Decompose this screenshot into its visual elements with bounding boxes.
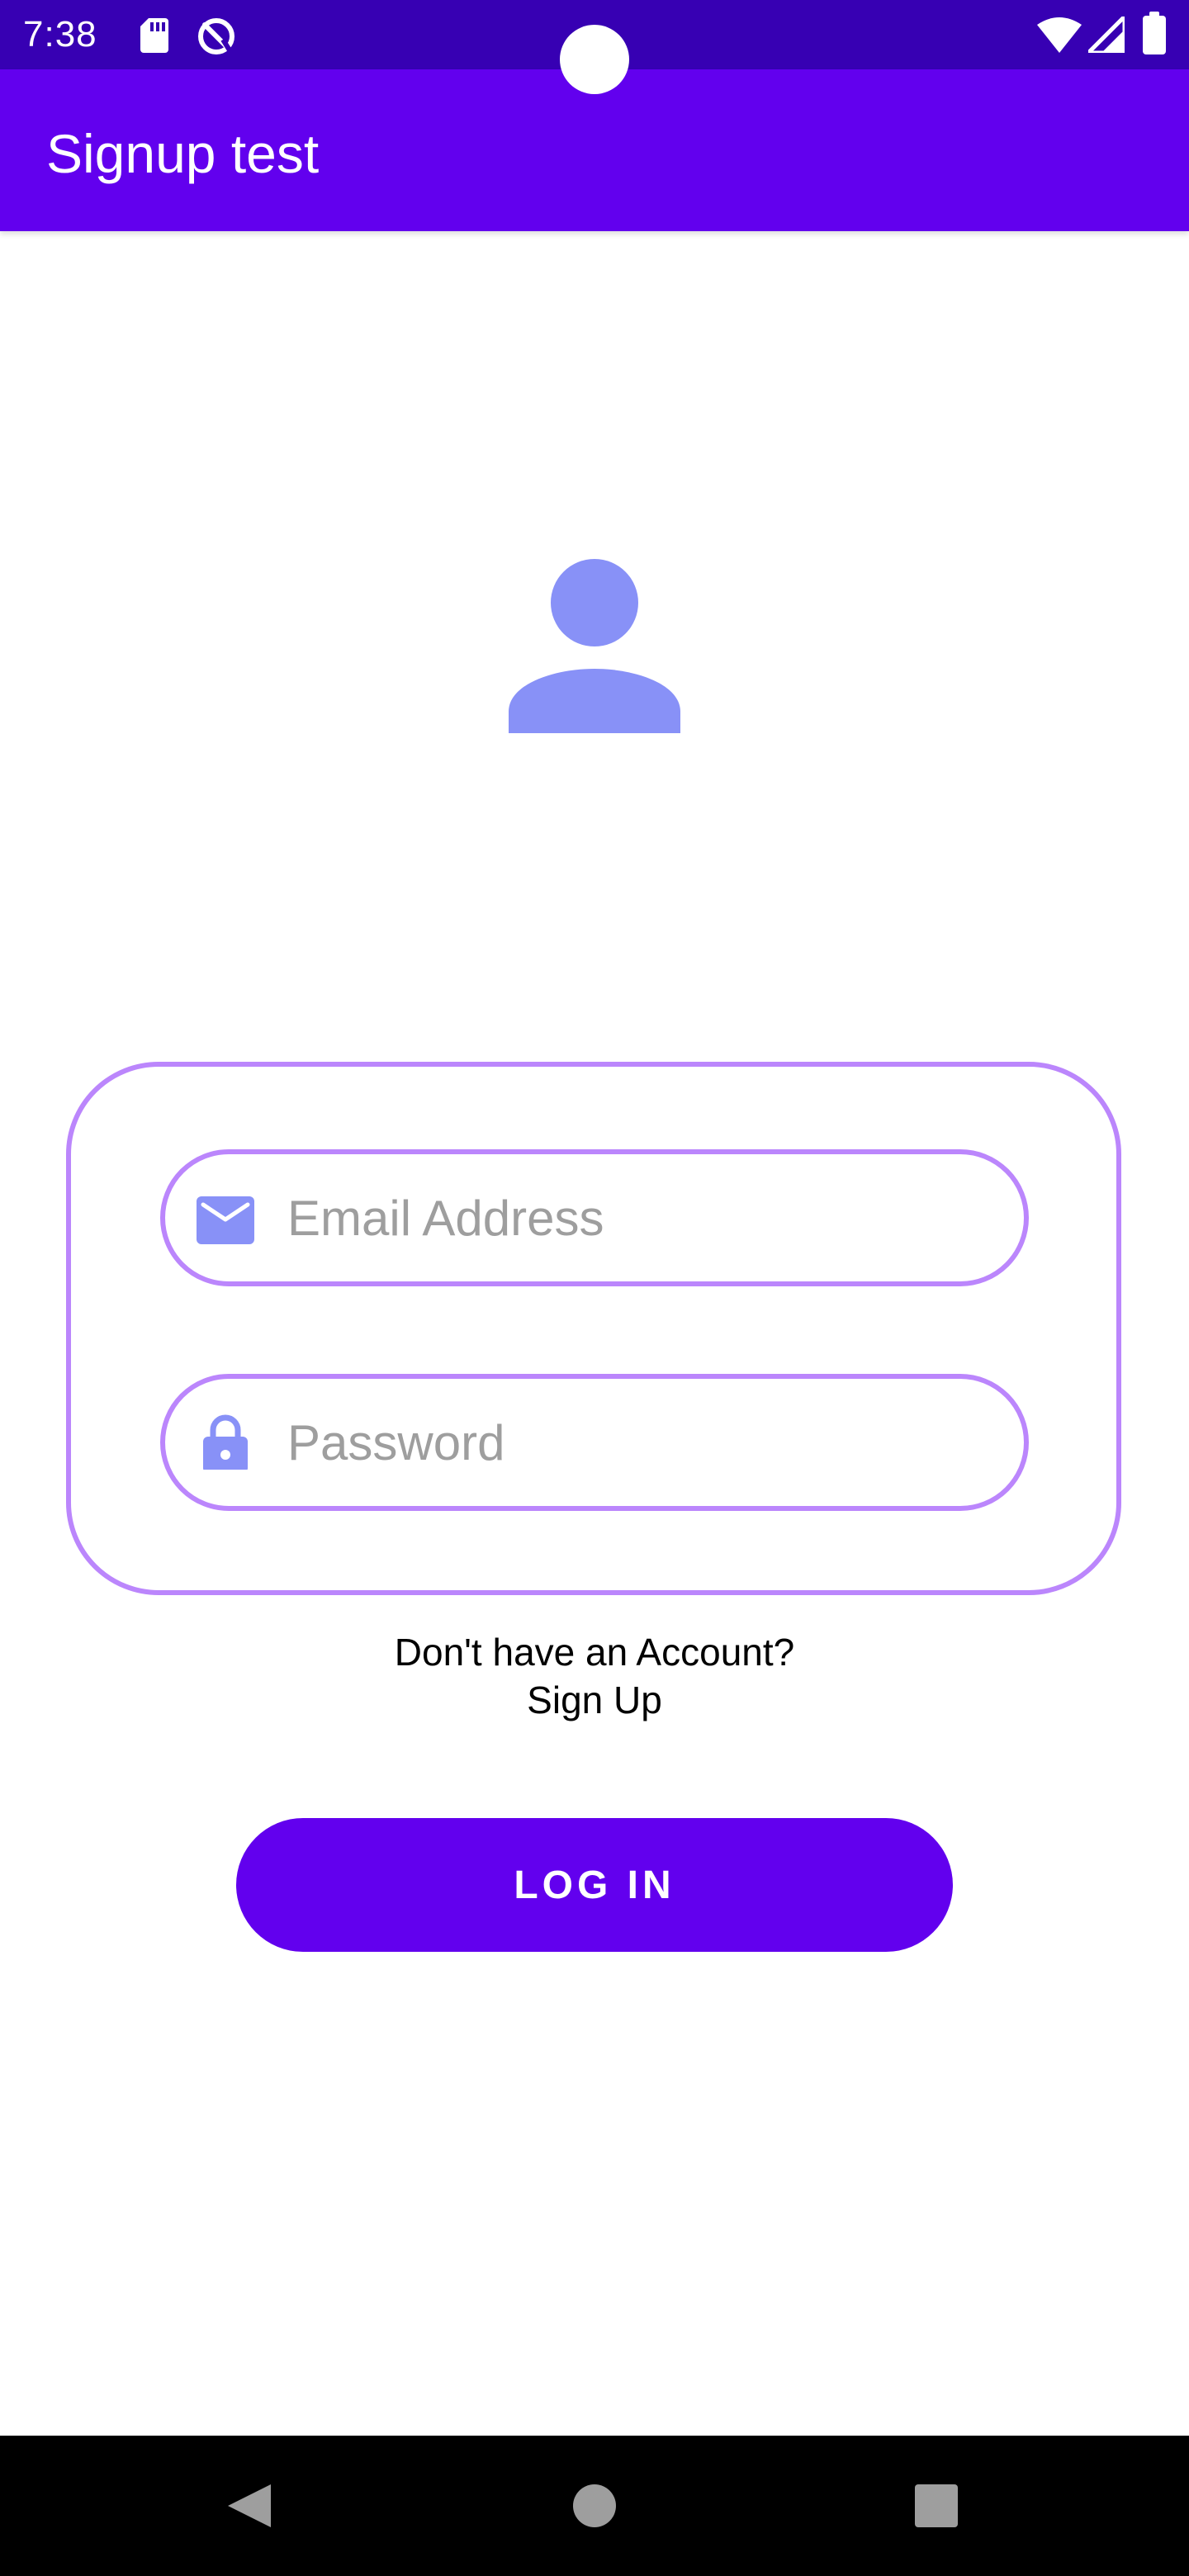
signup-prompt[interactable]: Don't have an Account? Sign Up — [0, 1628, 1189, 1724]
app-title: Signup test — [46, 123, 320, 184]
battery-icon — [1143, 12, 1166, 54]
camera-cutout — [560, 25, 629, 94]
recents-icon[interactable] — [862, 2436, 1011, 2576]
data-saver-icon — [198, 18, 234, 54]
sd-card-icon — [140, 18, 168, 53]
status-time: 7:38 — [23, 14, 97, 54]
wifi-icon — [1037, 17, 1082, 53]
signup-prompt-text: Don't have an Account? — [394, 1631, 795, 1674]
email-input[interactable] — [287, 1169, 997, 1267]
signup-link[interactable]: Sign Up — [0, 1676, 1189, 1724]
person-icon — [509, 559, 680, 733]
login-form-card — [66, 1062, 1121, 1595]
password-input[interactable] — [287, 1394, 997, 1491]
email-icon — [197, 1196, 254, 1244]
login-button[interactable]: LOG IN — [236, 1818, 953, 1952]
password-field[interactable] — [160, 1374, 1029, 1511]
back-icon[interactable] — [175, 2436, 324, 2576]
email-field[interactable] — [160, 1149, 1029, 1286]
lock-icon — [203, 1414, 248, 1470]
home-icon[interactable] — [520, 2436, 669, 2576]
navigation-bar — [0, 2436, 1189, 2576]
signal-icon — [1088, 17, 1125, 53]
